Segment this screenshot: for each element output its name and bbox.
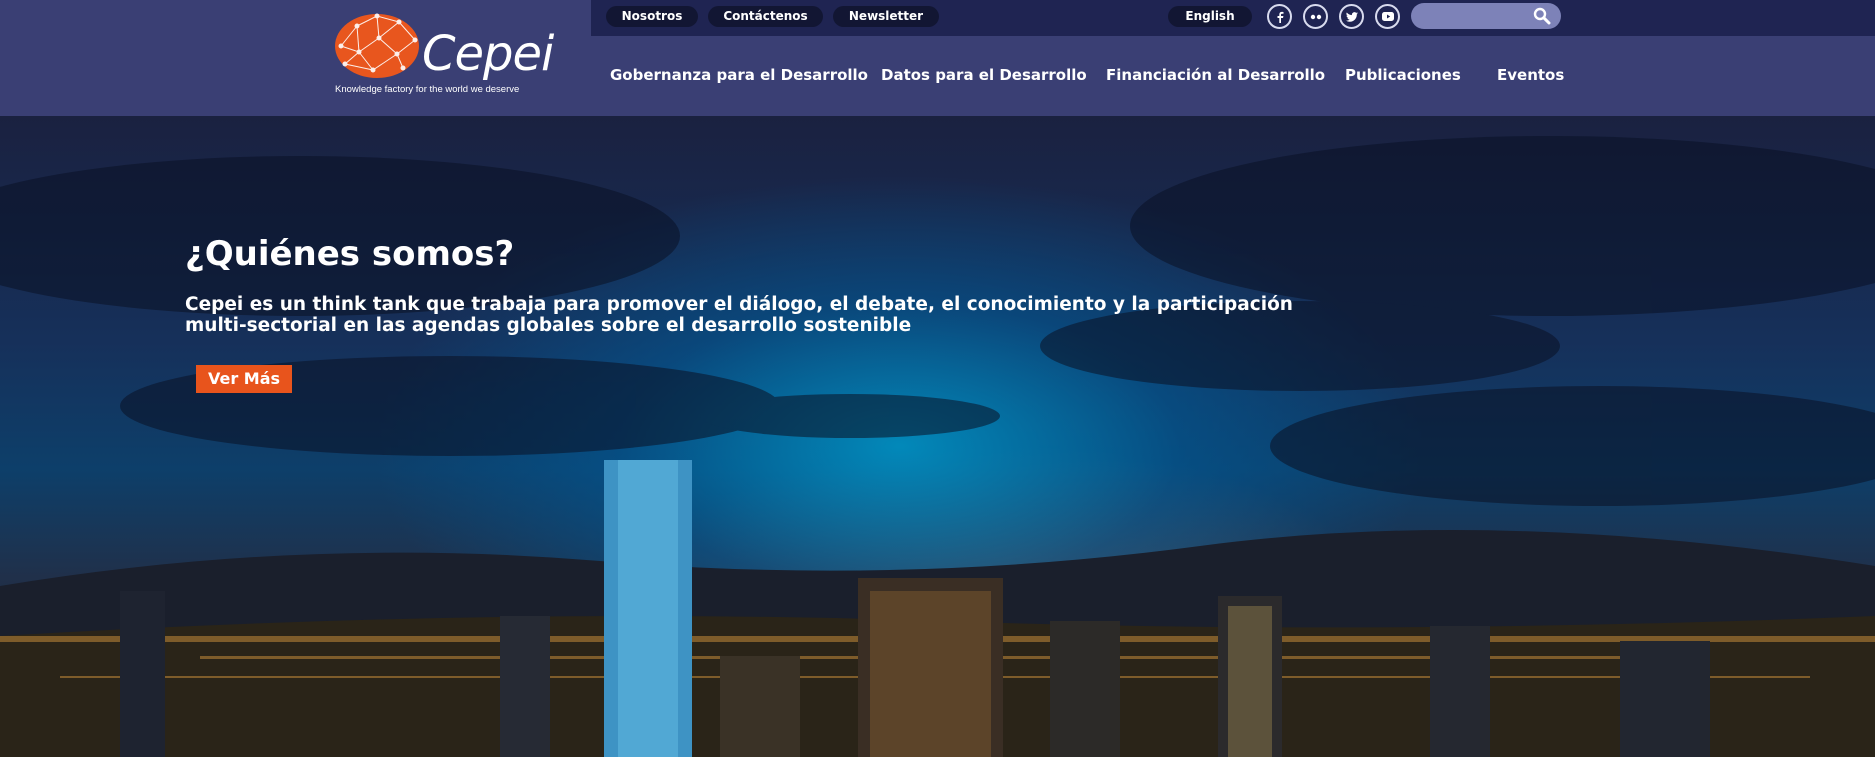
nav-link-newsletter[interactable]: Newsletter [833, 6, 939, 27]
nav-eventos[interactable]: Eventos [1497, 66, 1564, 84]
search-icon[interactable] [1531, 6, 1553, 26]
ver-mas-button[interactable]: Ver Más [196, 365, 292, 393]
nav-publicaciones[interactable]: Publicaciones [1345, 66, 1461, 84]
nav-link-contactenos[interactable]: Contáctenos [708, 6, 823, 27]
site-header: Cepei Knowledge factory for the world we… [0, 0, 1875, 116]
brain-logo-icon [335, 13, 419, 78]
logo-tagline: Knowledge factory for the world we deser… [335, 84, 520, 95]
logo-wordmark: Cepei [422, 26, 554, 82]
language-switch-button[interactable]: English [1168, 6, 1252, 27]
top-utility-bar: Nosotros Contáctenos Newsletter English [591, 0, 1875, 36]
city-skyline-background [0, 136, 1875, 757]
nav-link-nosotros[interactable]: Nosotros [606, 6, 698, 27]
cepei-logo[interactable]: Cepei Knowledge factory for the world we… [333, 8, 554, 98]
hero-title: ¿Quiénes somos? [185, 234, 515, 274]
youtube-icon[interactable] [1375, 4, 1400, 29]
flickr-icon[interactable] [1303, 4, 1328, 29]
nav-datos[interactable]: Datos para el Desarrollo [881, 66, 1087, 84]
twitter-icon[interactable] [1339, 4, 1364, 29]
hero-banner: ¿Quiénes somos? Cepei es un think tank q… [0, 116, 1875, 757]
facebook-icon[interactable] [1267, 4, 1292, 29]
nav-gobernanza[interactable]: Gobernanza para el Desarrollo [610, 66, 868, 84]
nav-financiacion[interactable]: Financiación al Desarrollo [1106, 66, 1325, 84]
hero-description: Cepei es un think tank que trabaja para … [185, 294, 1293, 336]
